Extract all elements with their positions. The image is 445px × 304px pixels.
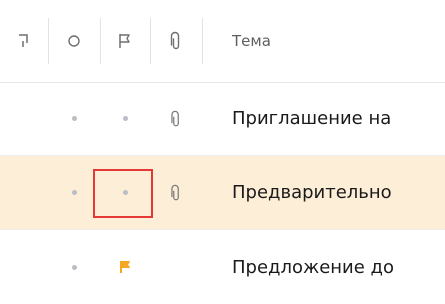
message-row[interactable]: Приглашение на (0, 82, 445, 156)
flag-column-header[interactable] (100, 0, 150, 82)
flag-cell[interactable] (100, 156, 150, 229)
attachment-cell (150, 156, 202, 229)
paperclip-icon (170, 31, 182, 51)
thread-column-header[interactable] (0, 0, 48, 82)
message-list: Тема Приглашение на Предварительно Предл… (0, 0, 445, 304)
flag-cell[interactable] (100, 230, 150, 304)
unread-dot-icon (71, 190, 77, 195)
message-subject: Приглашение на (232, 108, 392, 129)
flag-cell[interactable] (100, 82, 150, 155)
message-row[interactable]: Предложение до (0, 230, 445, 304)
read-status-cell[interactable] (48, 82, 100, 155)
flag-empty-dot-icon (122, 116, 128, 121)
thread-icon (17, 33, 31, 49)
paperclip-icon (170, 110, 182, 128)
unread-dot-icon (71, 264, 77, 270)
read-status-cell[interactable] (48, 230, 100, 304)
attachment-cell (150, 230, 202, 304)
subject-cell[interactable]: Предложение до (202, 230, 445, 304)
message-list-header: Тема (0, 0, 445, 83)
subject-cell[interactable]: Предварительно (202, 156, 445, 229)
paperclip-icon (170, 184, 182, 202)
subject-cell[interactable]: Приглашение на (202, 82, 445, 155)
attachment-column-header[interactable] (150, 0, 202, 82)
subject-column-label: Тема (232, 32, 271, 50)
flag-filled-icon (118, 259, 132, 275)
message-subject: Предварительно (232, 182, 392, 203)
subject-column-header[interactable]: Тема (202, 0, 445, 82)
thread-cell (0, 156, 48, 229)
read-status-cell[interactable] (48, 156, 100, 229)
message-row-selected[interactable]: Предварительно (0, 156, 445, 230)
flag-outline-icon (117, 32, 133, 50)
read-status-column-header[interactable] (48, 0, 100, 82)
thread-cell (0, 230, 48, 304)
circle-icon (67, 34, 81, 48)
message-subject: Предложение до (232, 256, 395, 278)
unread-dot-icon (71, 116, 77, 121)
flag-empty-dot-icon (122, 190, 128, 195)
attachment-cell (150, 82, 202, 155)
thread-cell (0, 82, 48, 155)
